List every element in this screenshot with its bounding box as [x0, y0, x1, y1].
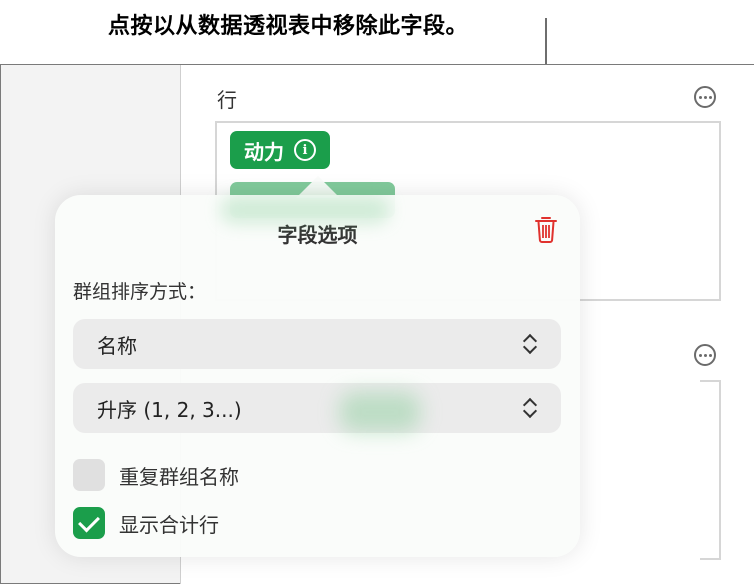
checkmark-icon [78, 510, 100, 532]
columns-drop-area[interactable] [700, 380, 721, 560]
rows-more-icon[interactable] [694, 86, 716, 108]
field-options-popover: 字段选项 群组排序方式： 名称 升序 (1, 2, 3...) 重复群组名称 显… [55, 195, 580, 557]
chevron-updown-icon [523, 333, 537, 355]
show-totals-row[interactable]: 显示合计行 [73, 507, 219, 539]
repeat-names-label: 重复群组名称 [119, 464, 239, 489]
callout-text: 点按以从数据透视表中移除此字段。 [108, 14, 469, 39]
sort-label: 群组排序方式： [73, 281, 207, 303]
chevron-updown-icon [523, 397, 537, 419]
repeat-names-checkbox[interactable] [73, 459, 105, 491]
sort-by-value: 名称 [97, 333, 137, 358]
show-totals-checkbox[interactable] [73, 507, 105, 539]
sort-by-select[interactable]: 名称 [73, 319, 561, 369]
chip-reflection [220, 196, 390, 224]
background-reflection [340, 392, 420, 432]
columns-more-icon[interactable] [694, 344, 716, 366]
sort-order-value: 升序 (1, 2, 3...) [97, 397, 242, 422]
field-chip-label: 动力 [244, 139, 284, 164]
rows-section-label: 行 [217, 88, 237, 112]
field-chip-power[interactable]: 动力 i [230, 131, 330, 169]
sort-order-select[interactable]: 升序 (1, 2, 3...) [73, 383, 561, 433]
show-totals-label: 显示合计行 [119, 512, 219, 537]
trash-icon[interactable] [535, 215, 557, 243]
repeat-names-row[interactable]: 重复群组名称 [73, 459, 239, 491]
info-icon[interactable]: i [294, 139, 316, 161]
